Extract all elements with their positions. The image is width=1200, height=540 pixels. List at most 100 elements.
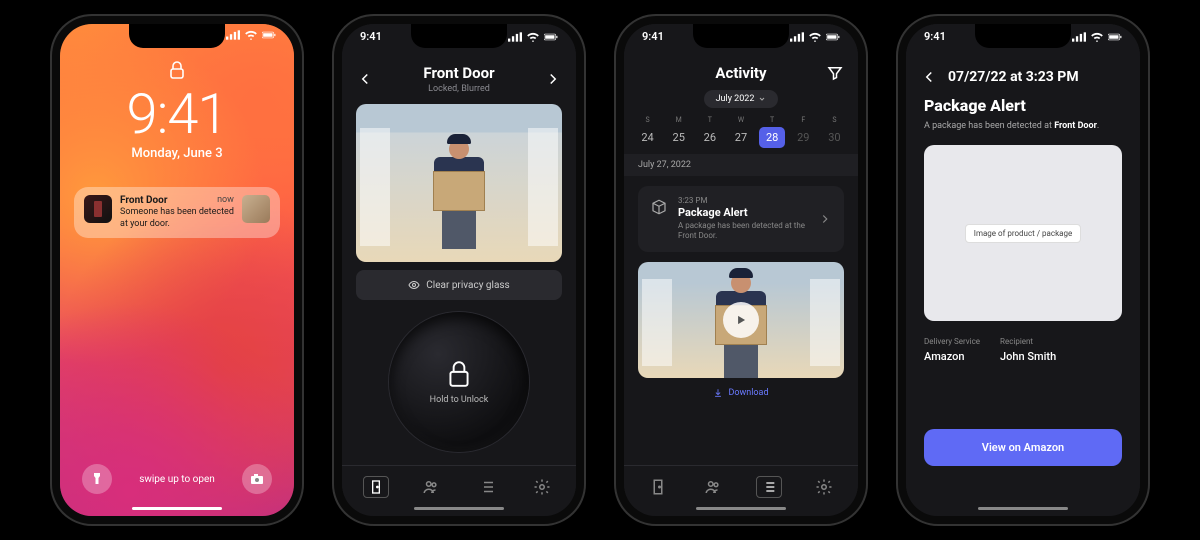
- phone-lockscreen: 9:41 Monday, June 3 Front Door now Someo…: [50, 14, 304, 526]
- hold-to-unlock-button[interactable]: Hold to Unlock: [389, 312, 529, 452]
- recipient-label: Recipient: [1000, 337, 1056, 346]
- phone-activity: 9:41 Activity July 2022 S24 M25 T26 W27: [614, 14, 868, 526]
- signal-icon: [226, 30, 240, 40]
- cal-day[interactable]: S24: [635, 116, 661, 148]
- recipient-value: John Smith: [1000, 350, 1056, 363]
- cal-day[interactable]: F29: [790, 116, 816, 148]
- calendar-strip: S24 M25 T26 W27 T28 F29 S30: [624, 108, 858, 154]
- alert-heading: Package Alert: [924, 96, 1122, 115]
- page-title: 07/27/22 at 3:23 PM: [948, 69, 1079, 85]
- product-image-placeholder: Image of product / package: [924, 145, 1122, 321]
- activity-desc: A package has been detected at the Front…: [678, 221, 808, 242]
- delivery-service-label: Delivery Service: [924, 337, 980, 346]
- back-button[interactable]: [920, 68, 938, 86]
- wifi-icon: [1090, 32, 1104, 42]
- status-icons: [226, 30, 276, 40]
- notification-card[interactable]: Front Door now Someone has been detected…: [74, 187, 280, 238]
- tab-settings[interactable]: [811, 476, 837, 498]
- lock-time: 9:41: [127, 86, 228, 142]
- signal-icon: [508, 32, 522, 42]
- activity-time: 3:23 PM: [678, 196, 808, 205]
- people-icon: [422, 478, 440, 496]
- play-button[interactable]: [723, 302, 759, 338]
- placeholder-label: Image of product / package: [965, 224, 1081, 243]
- cal-day[interactable]: W27: [728, 116, 754, 148]
- alert-subtitle: A package has been detected at Front Doo…: [924, 121, 1122, 131]
- camera-feed[interactable]: [356, 104, 562, 262]
- activity-item[interactable]: 3:23 PM Package Alert A package has been…: [638, 186, 844, 252]
- notch: [975, 24, 1071, 48]
- download-icon: [713, 388, 723, 398]
- status-time: 9:41: [924, 30, 946, 43]
- back-button[interactable]: [356, 70, 374, 88]
- flashlight-button[interactable]: [82, 464, 112, 494]
- status-time: 9:41: [360, 30, 382, 43]
- home-indicator[interactable]: [696, 507, 786, 510]
- filter-button[interactable]: [826, 64, 844, 82]
- lock-icon: [446, 359, 472, 389]
- status-time: 9:41: [642, 30, 664, 43]
- delivery-service-value: Amazon: [924, 350, 980, 363]
- tab-activity[interactable]: [756, 476, 782, 498]
- list-icon: [761, 478, 777, 496]
- notification-title: Front Door: [120, 195, 167, 206]
- tab-people[interactable]: [418, 476, 444, 498]
- forward-button[interactable]: [544, 70, 562, 88]
- wifi-icon: [244, 30, 258, 40]
- chevron-right-icon: [818, 212, 832, 226]
- cal-day-selected[interactable]: T28: [759, 116, 785, 148]
- camera-icon: [250, 472, 264, 486]
- tab-activity[interactable]: [474, 476, 500, 498]
- notification-time: now: [217, 195, 234, 206]
- home-indicator[interactable]: [978, 507, 1068, 510]
- battery-icon: [262, 30, 276, 40]
- page-title: Activity: [715, 64, 766, 82]
- cal-day[interactable]: M25: [666, 116, 692, 148]
- gear-icon: [533, 478, 551, 496]
- wifi-icon: [808, 32, 822, 42]
- view-on-amazon-button[interactable]: View on Amazon: [924, 429, 1122, 466]
- play-icon: [734, 313, 748, 327]
- notch: [129, 24, 225, 48]
- gear-icon: [815, 478, 833, 496]
- video-thumbnail[interactable]: [638, 262, 844, 378]
- battery-icon: [826, 32, 840, 42]
- page-subtitle: Locked, Blurred: [423, 84, 494, 94]
- home-indicator[interactable]: [414, 507, 504, 510]
- download-button[interactable]: Download: [638, 388, 844, 398]
- person-in-feed: [424, 139, 494, 249]
- swipe-hint: swipe up to open: [139, 474, 215, 485]
- cal-day[interactable]: S30: [821, 116, 847, 148]
- notch: [693, 24, 789, 48]
- unlock-label: Hold to Unlock: [430, 395, 489, 405]
- phone-front-door: 9:41 Front Door Locked, Blurred: [332, 14, 586, 526]
- clear-privacy-glass-button[interactable]: Clear privacy glass: [356, 270, 562, 300]
- camera-button[interactable]: [242, 464, 272, 494]
- cal-day[interactable]: T26: [697, 116, 723, 148]
- signal-icon: [790, 32, 804, 42]
- tab-door[interactable]: [645, 476, 671, 498]
- door-icon: [649, 478, 667, 496]
- tab-settings[interactable]: [529, 476, 555, 498]
- list-icon: [478, 478, 496, 496]
- activity-title: Package Alert: [678, 206, 808, 219]
- month-selector[interactable]: July 2022: [704, 90, 779, 108]
- wifi-icon: [526, 32, 540, 42]
- package-icon: [650, 198, 668, 216]
- tab-door[interactable]: [363, 476, 389, 498]
- notification-thumbnail: [242, 195, 270, 223]
- section-date: July 27, 2022: [624, 154, 858, 176]
- tab-people[interactable]: [700, 476, 726, 498]
- flashlight-icon: [90, 472, 104, 486]
- lock-date: Monday, June 3: [131, 146, 222, 161]
- eye-icon: [408, 279, 420, 291]
- battery-icon: [544, 32, 558, 42]
- door-icon: [368, 478, 384, 496]
- notification-app-icon: [84, 195, 112, 223]
- page-title: Front Door: [423, 64, 494, 82]
- notification-message: Someone has been detected at your door.: [120, 207, 234, 230]
- phone-package-alert: 9:41 07/27/22 at 3:23 PM Package Alert A…: [896, 14, 1150, 526]
- lock-icon: [169, 60, 185, 80]
- battery-icon: [1108, 32, 1122, 42]
- notch: [411, 24, 507, 48]
